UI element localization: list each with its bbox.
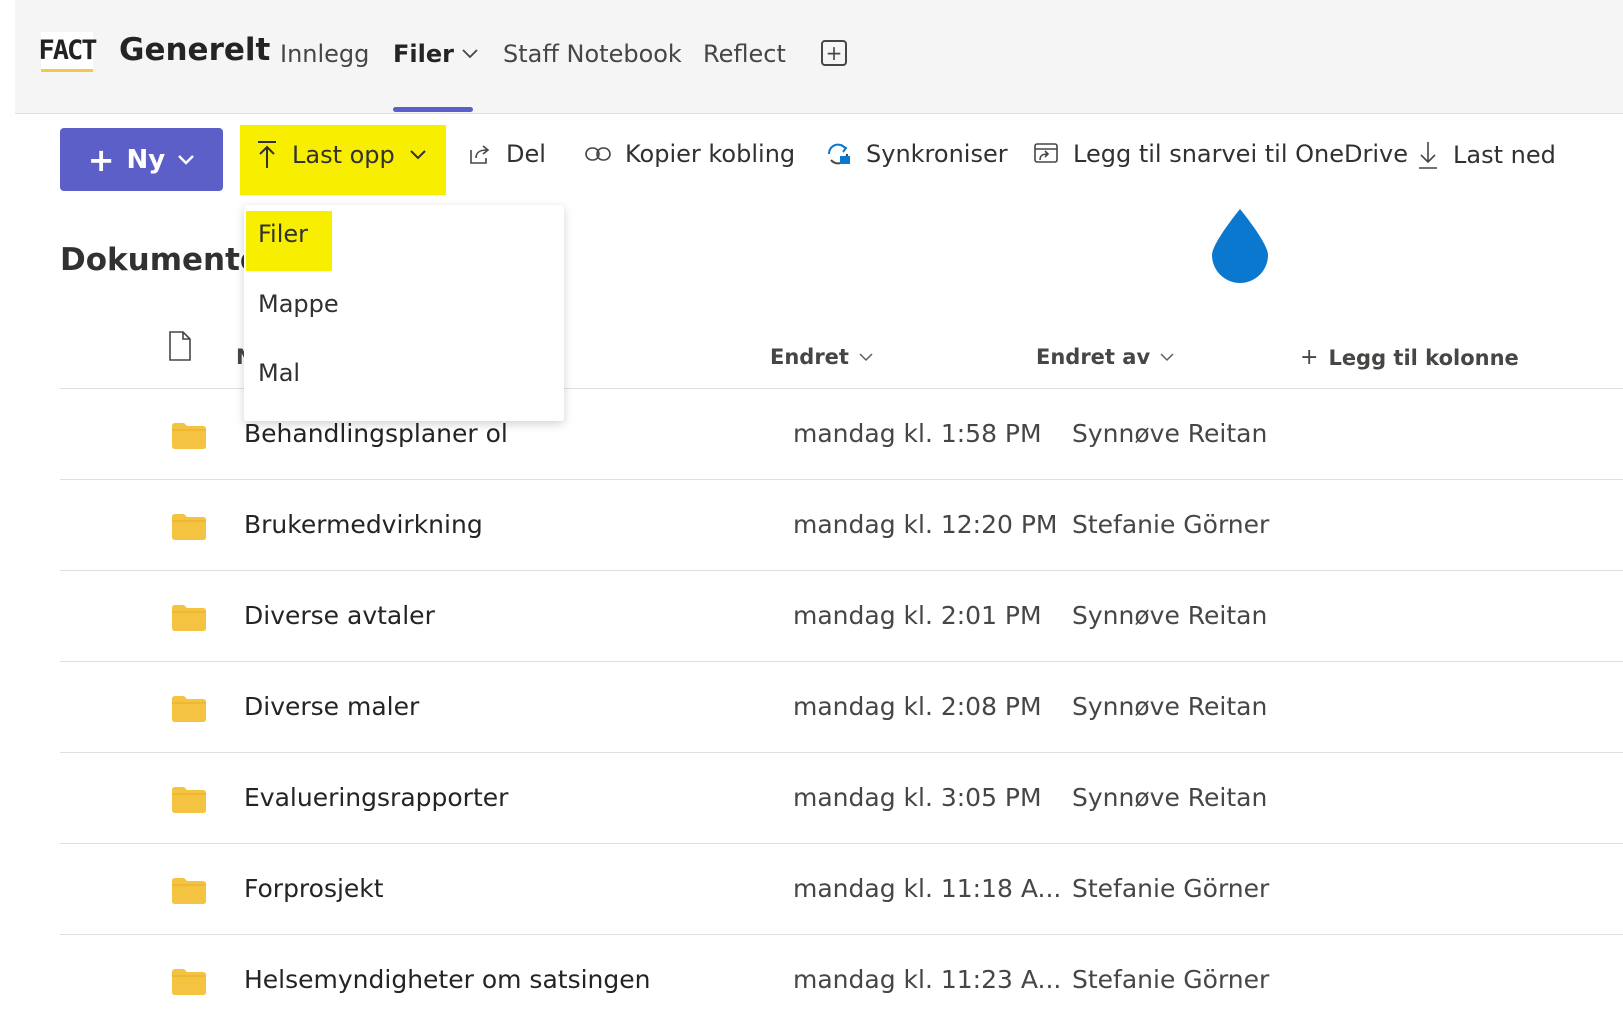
add-tab-icon[interactable]: +	[821, 40, 847, 66]
file-name[interactable]: Diverse avtaler	[244, 601, 435, 630]
download-button[interactable]: Last ned	[1417, 140, 1556, 170]
tab-filer[interactable]: Filer	[393, 40, 478, 68]
menu-item-folder[interactable]: Mappe	[258, 290, 339, 318]
column-header-modified[interactable]: Endret	[770, 345, 873, 369]
copy-link-button-label: Kopier kobling	[625, 140, 796, 168]
modified-date: mandag kl. 2:01 PM	[793, 601, 1042, 630]
channel-name: Generelt	[119, 32, 271, 68]
chevron-down-icon	[462, 49, 478, 59]
modified-date: mandag kl. 3:05 PM	[793, 783, 1042, 812]
chevron-down-icon	[177, 154, 195, 166]
sync-button-label: Synkroniser	[866, 140, 1008, 168]
table-row[interactable]: Diverse maler mandag kl. 2:08 PM Synnøve R…	[60, 661, 1623, 753]
upload-icon	[256, 140, 278, 170]
file-name[interactable]: Behandlingsplaner ol	[244, 419, 508, 448]
upload-button-label: Last opp	[292, 141, 395, 169]
table-row[interactable]: Evalueringsrapporter mandag kl. 3:05 PM Sy…	[60, 752, 1623, 844]
folder-icon	[172, 605, 206, 635]
menu-item-files[interactable]: Filer	[258, 220, 308, 248]
table-row[interactable]: Helsemyndigheter om satsingen mandag kl. …	[60, 934, 1623, 1010]
new-button-label: Ny	[126, 144, 166, 175]
add-tab-symbol: +	[825, 41, 843, 65]
file-name[interactable]: Diverse maler	[244, 692, 419, 721]
folder-icon	[172, 423, 206, 453]
modified-by: Synnøve Reitan	[1072, 692, 1268, 721]
column-header-label: Endret	[770, 345, 849, 369]
active-tab-indicator	[393, 107, 473, 112]
file-name[interactable]: Helsemyndigheter om satsingen	[244, 965, 651, 994]
folder-icon	[172, 969, 206, 999]
share-icon	[468, 142, 492, 166]
table-row[interactable]: Brukermedvirkning mandag kl. 12:20 PM Stef…	[60, 479, 1623, 571]
modified-date: mandag kl. 1:58 PM	[793, 419, 1042, 448]
shortcut-icon	[1033, 141, 1059, 167]
table-row[interactable]: Diverse avtaler mandag kl. 2:01 PM Synnøve…	[60, 570, 1623, 662]
chevron-down-icon	[1160, 352, 1174, 362]
chevron-down-icon	[859, 352, 873, 362]
tab-innlegg[interactable]: Innlegg	[280, 40, 369, 68]
column-header-modified-by[interactable]: Endret av	[1036, 345, 1174, 369]
team-logo: FACT	[38, 32, 98, 72]
file-name[interactable]: Forprosjekt	[244, 874, 384, 903]
modified-by: Synnøve Reitan	[1072, 783, 1268, 812]
table-row[interactable]: Forprosjekt mandag kl. 11:18 A... Stefanie…	[60, 843, 1623, 935]
new-button[interactable]: + Ny	[60, 128, 223, 191]
modified-date: mandag kl. 11:23 A...	[793, 965, 1062, 994]
folder-icon	[172, 514, 206, 544]
add-column-button[interactable]: + Legg til kolonne	[1300, 345, 1519, 370]
sync-icon	[824, 140, 852, 168]
download-button-label: Last ned	[1453, 141, 1556, 169]
link-icon	[585, 146, 611, 162]
plus-icon: +	[87, 140, 115, 179]
share-button-label: Del	[506, 140, 546, 168]
download-icon	[1417, 140, 1439, 170]
add-column-label: Legg til kolonne	[1328, 345, 1519, 370]
copy-link-button[interactable]: Kopier kobling	[585, 140, 795, 168]
tab-label: Reflect	[703, 40, 786, 68]
file-type-icon	[168, 330, 192, 362]
tab-label: Staff Notebook	[503, 40, 682, 68]
add-shortcut-button[interactable]: Legg til snarvei til OneDrive	[1033, 140, 1408, 168]
file-name[interactable]: Evalueringsrapporter	[244, 783, 508, 812]
modified-by: Synnøve Reitan	[1072, 601, 1268, 630]
modified-date: mandag kl. 11:18 A...	[793, 874, 1062, 903]
modified-by: Stefanie Görner	[1072, 965, 1270, 994]
share-button[interactable]: Del	[468, 140, 546, 168]
column-header-label: Endret av	[1036, 345, 1151, 369]
upload-button[interactable]: Last opp	[256, 140, 427, 170]
water-drop-icon	[1210, 207, 1270, 287]
tab-label: Innlegg	[280, 40, 370, 68]
tab-label: Filer	[393, 40, 454, 68]
upload-menu: Filer Mappe Mal	[244, 205, 564, 421]
modified-by: Stefanie Görner	[1072, 510, 1270, 539]
folder-icon	[172, 878, 206, 908]
add-shortcut-button-label: Legg til snarvei til OneDrive	[1073, 140, 1408, 168]
folder-icon	[172, 787, 206, 817]
tab-staff-notebook[interactable]: Staff Notebook	[503, 40, 682, 68]
tab-reflect[interactable]: Reflect	[703, 40, 786, 68]
plus-icon: +	[1300, 345, 1319, 370]
file-name[interactable]: Brukermedvirkning	[244, 510, 483, 539]
modified-date: mandag kl. 2:08 PM	[793, 692, 1042, 721]
modified-by: Synnøve Reitan	[1072, 419, 1268, 448]
modified-by: Stefanie Görner	[1072, 874, 1270, 903]
folder-icon	[172, 696, 206, 726]
chevron-down-icon	[409, 149, 427, 161]
menu-item-template[interactable]: Mal	[258, 359, 300, 387]
modified-date: mandag kl. 12:20 PM	[793, 510, 1058, 539]
sync-button[interactable]: Synkroniser	[824, 140, 1008, 168]
channel-header: FACT Generelt Innlegg Filer Staff Notebo…	[15, 0, 1623, 114]
